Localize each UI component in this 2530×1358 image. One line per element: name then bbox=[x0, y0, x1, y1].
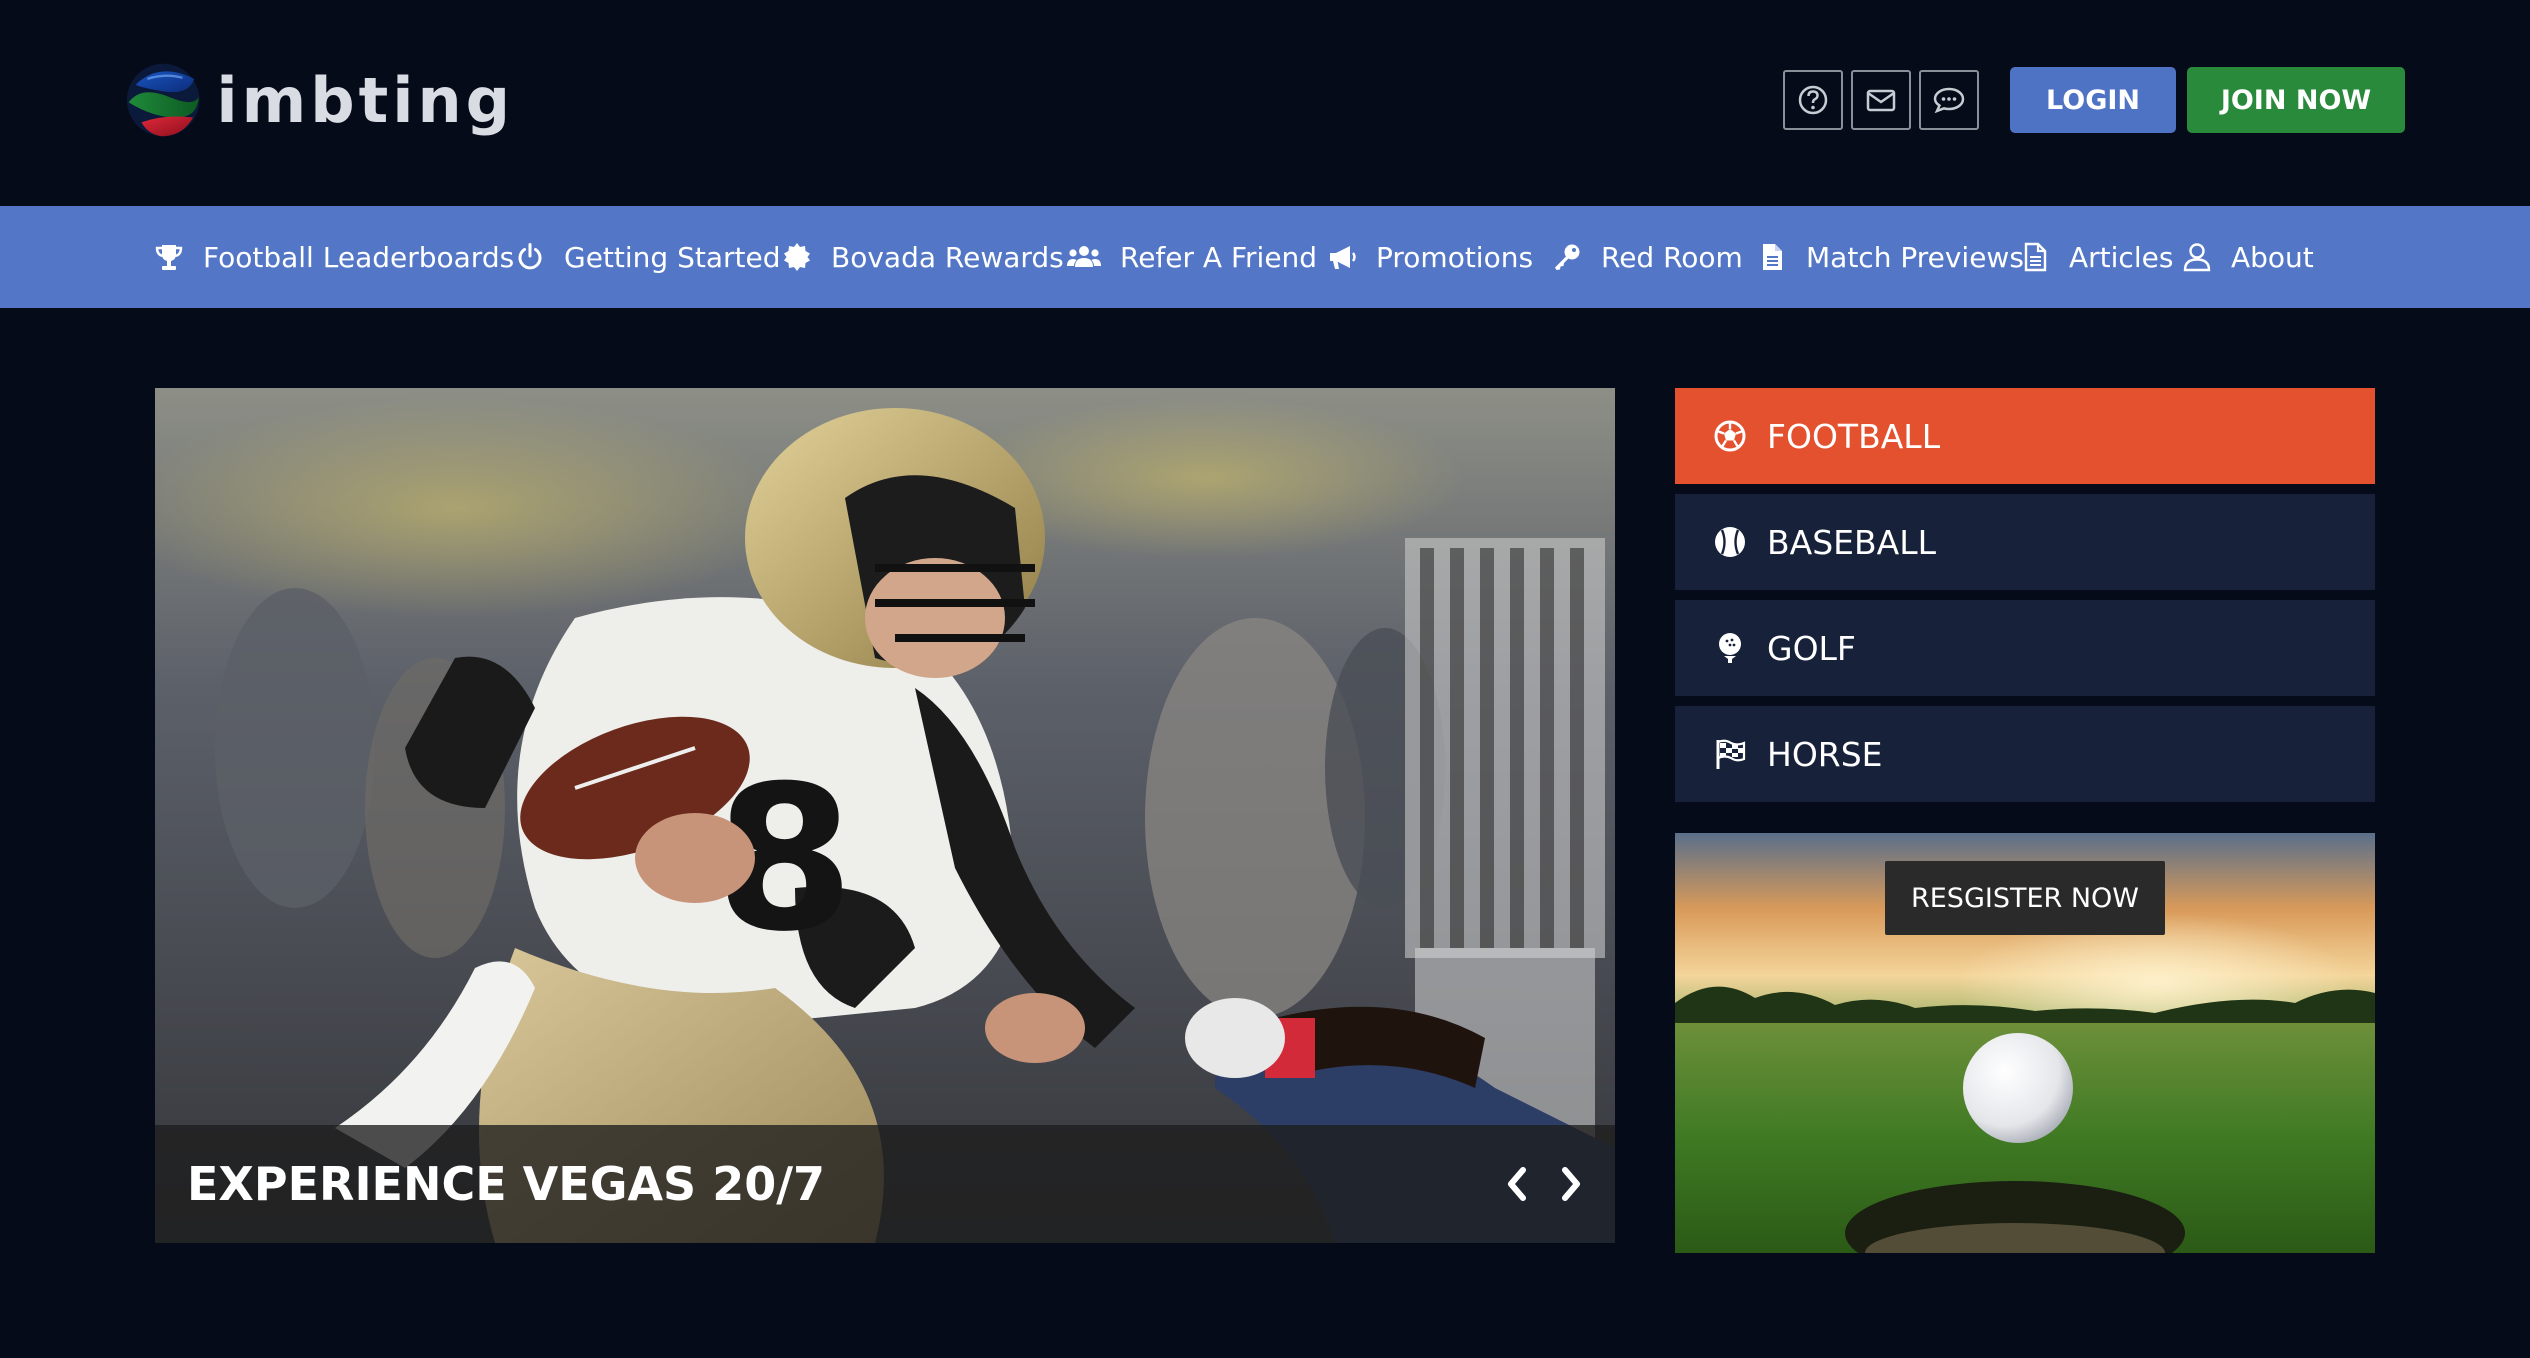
register-promo-banner[interactable]: RESGISTER NOW bbox=[1675, 833, 2375, 1253]
help-icon bbox=[1798, 85, 1828, 115]
sport-label: BASEBALL bbox=[1767, 522, 1936, 562]
slider-next-button[interactable] bbox=[1549, 1159, 1593, 1209]
brand-name: imbting bbox=[216, 63, 514, 137]
chevron-left-icon bbox=[1508, 1167, 1526, 1201]
chevron-right-icon bbox=[1562, 1167, 1580, 1201]
hero-title: EXPERIENCE VEGAS 20/7 bbox=[187, 1157, 826, 1211]
sport-tab-football[interactable]: FOOTBALL bbox=[1675, 388, 2375, 484]
soccer-ball-icon bbox=[1714, 420, 1746, 452]
mail-icon bbox=[1866, 89, 1896, 112]
hero-slider[interactable]: 8 EXPERIENCE VEGAS 20/7 bbox=[155, 388, 1615, 1243]
sport-tab-baseball[interactable]: BASEBALL bbox=[1675, 494, 2375, 590]
nav-item-label: About bbox=[2231, 240, 2314, 274]
football-player-photo: 8 bbox=[155, 388, 1615, 1243]
user-icon bbox=[2183, 243, 2211, 272]
baseball-icon bbox=[1715, 527, 1745, 557]
nav-item-label: Match Previews bbox=[1806, 240, 2024, 274]
nav-item-promotions[interactable]: Promotions bbox=[1326, 206, 1533, 308]
nav-item-label: Promotions bbox=[1376, 240, 1534, 274]
sport-tab-golf[interactable]: GOLF bbox=[1675, 600, 2375, 696]
nav-item-label: Bovada Rewards bbox=[831, 240, 1064, 274]
badge-icon bbox=[784, 243, 810, 271]
power-icon bbox=[518, 243, 542, 270]
main-nav: Football Leaderboards Getting Started Bo… bbox=[0, 206, 2530, 308]
nav-item-articles[interactable]: Articles bbox=[2019, 206, 2173, 308]
nav-item-bovada-rewards[interactable]: Bovada Rewards bbox=[781, 206, 1064, 308]
megaphone-icon bbox=[1330, 246, 1356, 269]
globe-logo-icon bbox=[126, 63, 200, 137]
nav-item-football-leaderboards[interactable]: Football Leaderboards bbox=[153, 206, 514, 308]
chat-button[interactable] bbox=[1919, 70, 1979, 130]
nav-item-red-room[interactable]: Red Room bbox=[1551, 206, 1743, 308]
nav-item-match-previews[interactable]: Match Previews bbox=[1756, 206, 2024, 308]
sport-tab-horse[interactable]: HORSE bbox=[1675, 706, 2375, 802]
login-button[interactable]: LOGIN bbox=[2010, 67, 2176, 133]
hero-caption-bar: EXPERIENCE VEGAS 20/7 bbox=[155, 1125, 1615, 1243]
nav-item-label: Refer A Friend bbox=[1120, 240, 1318, 274]
nav-item-label: Red Room bbox=[1601, 240, 1743, 274]
document-outline-icon bbox=[2024, 242, 2047, 272]
sport-label: HORSE bbox=[1767, 734, 1883, 774]
checkered-flag-icon bbox=[1716, 739, 1746, 769]
join-now-button[interactable]: JOIN NOW bbox=[2187, 67, 2405, 133]
nav-item-label: Getting Started bbox=[564, 240, 781, 274]
nav-item-about[interactable]: About bbox=[2181, 206, 2314, 308]
logo[interactable]: imbting bbox=[124, 34, 514, 166]
nav-item-refer-a-friend[interactable]: Refer A Friend bbox=[1066, 206, 1317, 308]
chat-icon bbox=[1933, 87, 1965, 114]
register-now-button[interactable]: RESGISTER NOW bbox=[1885, 861, 2165, 935]
sport-label: GOLF bbox=[1767, 628, 1856, 668]
help-button[interactable] bbox=[1783, 70, 1843, 130]
trophy-icon bbox=[155, 245, 183, 270]
nav-item-label: Articles bbox=[2069, 240, 2174, 274]
site-header: imbting LOGIN JOIN NOW bbox=[0, 0, 2530, 206]
nav-item-getting-started[interactable]: Getting Started bbox=[514, 206, 780, 308]
nav-item-label: Football Leaderboards bbox=[203, 240, 515, 274]
golf-ball-icon bbox=[1719, 633, 1741, 663]
slider-prev-button[interactable] bbox=[1495, 1159, 1539, 1209]
users-icon bbox=[1067, 246, 1101, 267]
mail-button[interactable] bbox=[1851, 70, 1911, 130]
key-icon bbox=[1555, 244, 1580, 270]
document-icon bbox=[1763, 244, 1782, 270]
sport-label: FOOTBALL bbox=[1767, 416, 1941, 456]
